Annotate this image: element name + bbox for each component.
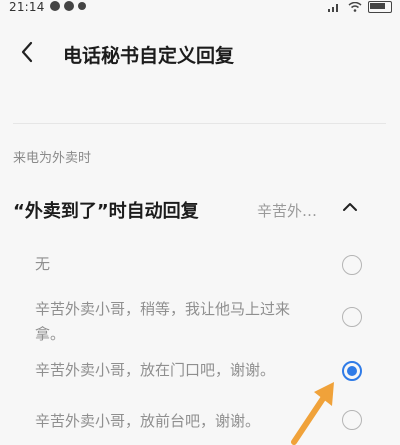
back-arrow-icon[interactable]	[18, 40, 36, 64]
reply-option-text: 辛苦外卖小哥，放前台吧，谢谢。	[35, 412, 261, 430]
notification-icon	[50, 1, 60, 11]
reply-option-text: 辛苦外卖小哥，稍等，我让他马上过来拿。	[35, 300, 291, 343]
status-time: 21:14	[9, 0, 45, 14]
auto-reply-current-value: 辛苦外…	[257, 202, 318, 220]
reply-option[interactable]: 辛苦外卖小哥，放前台吧，谢谢。	[0, 409, 400, 435]
radio-button[interactable]	[342, 307, 362, 327]
reply-option-text: 无	[35, 255, 51, 273]
divider	[13, 123, 386, 124]
radio-button[interactable]	[342, 255, 362, 275]
auto-reply-row[interactable]: “外卖到了”时自动回复 辛苦外…	[0, 190, 400, 232]
radio-button[interactable]	[342, 410, 362, 430]
header: 电话秘书自定义回复	[0, 34, 400, 74]
notification-icon	[64, 1, 74, 11]
notification-icon	[78, 2, 86, 10]
reply-option[interactable]: 辛苦外卖小哥，放在门口吧，谢谢。	[0, 358, 400, 384]
battery-icon	[368, 1, 392, 13]
status-bar: 21:14	[0, 0, 400, 16]
reply-option[interactable]: 无	[0, 252, 400, 278]
chevron-up-icon[interactable]	[341, 200, 359, 214]
page-title: 电话秘书自定义回复	[63, 45, 235, 67]
section-label: 来电为外卖时	[13, 151, 92, 166]
signal-icon	[328, 4, 338, 12]
reply-option[interactable]: 辛苦外卖小哥，稍等，我让他马上过来拿。	[0, 297, 400, 347]
radio-button-selected[interactable]	[342, 361, 362, 381]
status-system-icons	[328, 1, 392, 13]
status-notification-icons	[50, 1, 86, 11]
auto-reply-title: “外卖到了”时自动回复	[13, 201, 199, 222]
wifi-icon	[348, 2, 362, 12]
reply-option-text: 辛苦外卖小哥，放在门口吧，谢谢。	[35, 361, 276, 379]
